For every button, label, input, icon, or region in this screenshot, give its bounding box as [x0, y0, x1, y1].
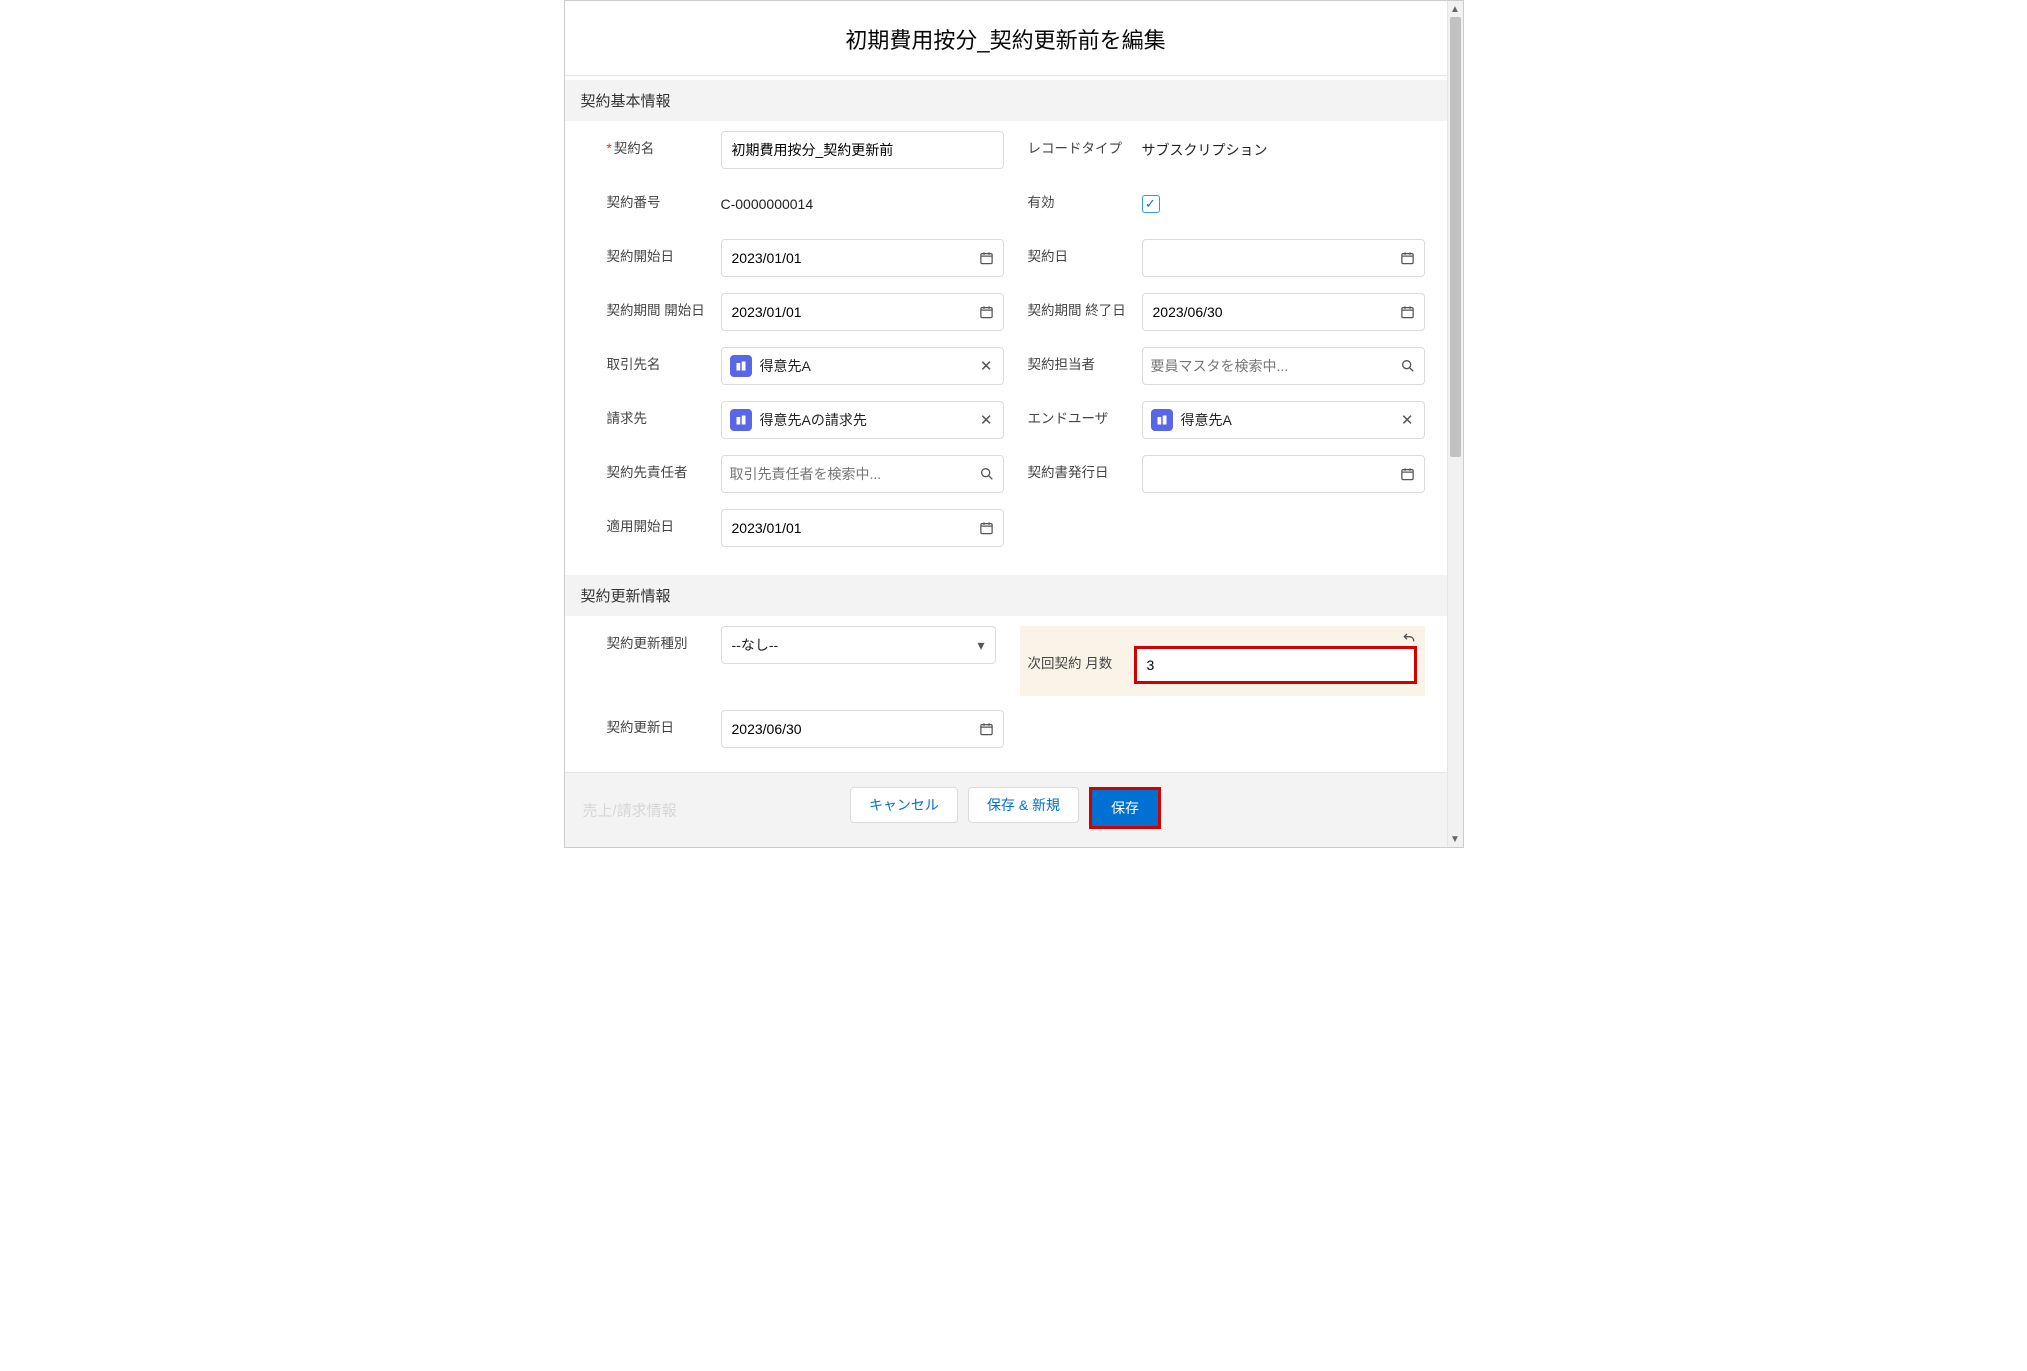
chevron-down-icon: ▾ — [977, 637, 984, 654]
label-contract-date: 契約日 — [1028, 239, 1128, 266]
apply-start-input[interactable] — [721, 509, 1004, 547]
modal-header: 初期費用按分_契約更新前を編集 — [565, 1, 1447, 76]
section-header-renewal: 契約更新情報 — [565, 575, 1447, 616]
bill-to-lookup[interactable]: 得意先Aの請求先 ✕ — [721, 401, 1004, 439]
contract-name-input[interactable] — [721, 131, 1004, 169]
account-icon — [1151, 409, 1173, 431]
section-header-basic: 契約基本情報 — [565, 80, 1447, 121]
account-icon — [730, 355, 752, 377]
account-resp-lookup[interactable] — [721, 455, 1004, 493]
period-end-input[interactable] — [1142, 293, 1425, 331]
renewal-form: 契約更新種別 --なし-- ▾ 次回契約 月数 — [565, 616, 1447, 772]
start-date-input[interactable] — [721, 239, 1004, 277]
contract-number-value: C-0000000014 — [721, 185, 1004, 223]
search-icon — [1400, 358, 1416, 374]
vertical-scrollbar[interactable]: ▲ ▼ — [1447, 1, 1463, 847]
save-button[interactable]: 保存 — [1092, 790, 1158, 826]
label-renew-date: 契約更新日 — [607, 710, 707, 737]
contract-date-input[interactable] — [1142, 239, 1425, 277]
save-and-new-button[interactable]: 保存 & 新規 — [968, 787, 1079, 823]
modal-window: 初期費用按分_契約更新前を編集 契約基本情報 *契約名 レコードタイプ サブスク… — [564, 0, 1464, 848]
basic-form: *契約名 レコードタイプ サブスクリプション 契約番号 C-0000000014 — [565, 121, 1447, 571]
end-user-lookup[interactable]: 得意先A ✕ — [1142, 401, 1425, 439]
label-contract-name: *契約名 — [607, 131, 707, 158]
label-account-resp: 契約先責任者 — [607, 455, 707, 482]
modal-footer: 売上/請求情報 キャンセル 保存 & 新規 保存 — [565, 772, 1447, 847]
clear-icon[interactable]: ✕ — [978, 357, 995, 375]
search-icon — [979, 466, 995, 482]
page-title: 初期費用按分_契約更新前を編集 — [565, 23, 1447, 55]
label-issue-date: 契約書発行日 — [1028, 455, 1128, 482]
owner-input[interactable] — [1151, 348, 1392, 384]
next-months-highlight: 次回契約 月数 — [1020, 626, 1425, 696]
disabled-section-hint: 売上/請求情報 — [583, 800, 677, 821]
label-active: 有効 — [1028, 185, 1128, 212]
period-start-input[interactable] — [721, 293, 1004, 331]
save-emphasis: 保存 — [1089, 787, 1161, 829]
scroll-down-arrow[interactable]: ▼ — [1448, 831, 1463, 847]
scrollbar-thumb[interactable] — [1450, 17, 1461, 457]
record-type-value: サブスクリプション — [1142, 131, 1425, 169]
label-start-date: 契約開始日 — [607, 239, 707, 266]
label-owner: 契約担当者 — [1028, 347, 1128, 374]
label-account-name: 取引先名 — [607, 347, 707, 374]
label-contract-number: 契約番号 — [607, 185, 707, 212]
clear-icon[interactable]: ✕ — [978, 411, 995, 429]
clear-icon[interactable]: ✕ — [1399, 411, 1416, 429]
label-record-type: レコードタイプ — [1028, 131, 1128, 158]
account-resp-input[interactable] — [730, 456, 971, 492]
renew-date-input[interactable] — [721, 710, 1004, 748]
label-end-user: エンドユーザ — [1028, 401, 1128, 428]
label-renew-type: 契約更新種別 — [607, 626, 707, 653]
label-period-start: 契約期間 開始日 — [607, 293, 707, 320]
next-months-input[interactable] — [1137, 649, 1414, 681]
scroll-up-arrow[interactable]: ▲ — [1448, 1, 1463, 17]
account-icon — [730, 409, 752, 431]
scroll-content: 初期費用按分_契約更新前を編集 契約基本情報 *契約名 レコードタイプ サブスク… — [565, 1, 1447, 847]
issue-date-input[interactable] — [1142, 455, 1425, 493]
label-next-months: 次回契約 月数 — [1028, 646, 1120, 673]
label-bill-to: 請求先 — [607, 401, 707, 428]
next-months-emphasis — [1134, 646, 1417, 684]
owner-lookup[interactable] — [1142, 347, 1425, 385]
renew-type-select[interactable]: --なし-- ▾ — [721, 626, 996, 664]
label-apply-start: 適用開始日 — [607, 509, 707, 536]
cancel-button[interactable]: キャンセル — [850, 787, 958, 823]
undo-icon[interactable] — [1401, 630, 1417, 646]
active-checkbox[interactable]: ✓ — [1142, 195, 1160, 213]
account-name-lookup[interactable]: 得意先A ✕ — [721, 347, 1004, 385]
label-period-end: 契約期間 終了日 — [1028, 293, 1128, 320]
